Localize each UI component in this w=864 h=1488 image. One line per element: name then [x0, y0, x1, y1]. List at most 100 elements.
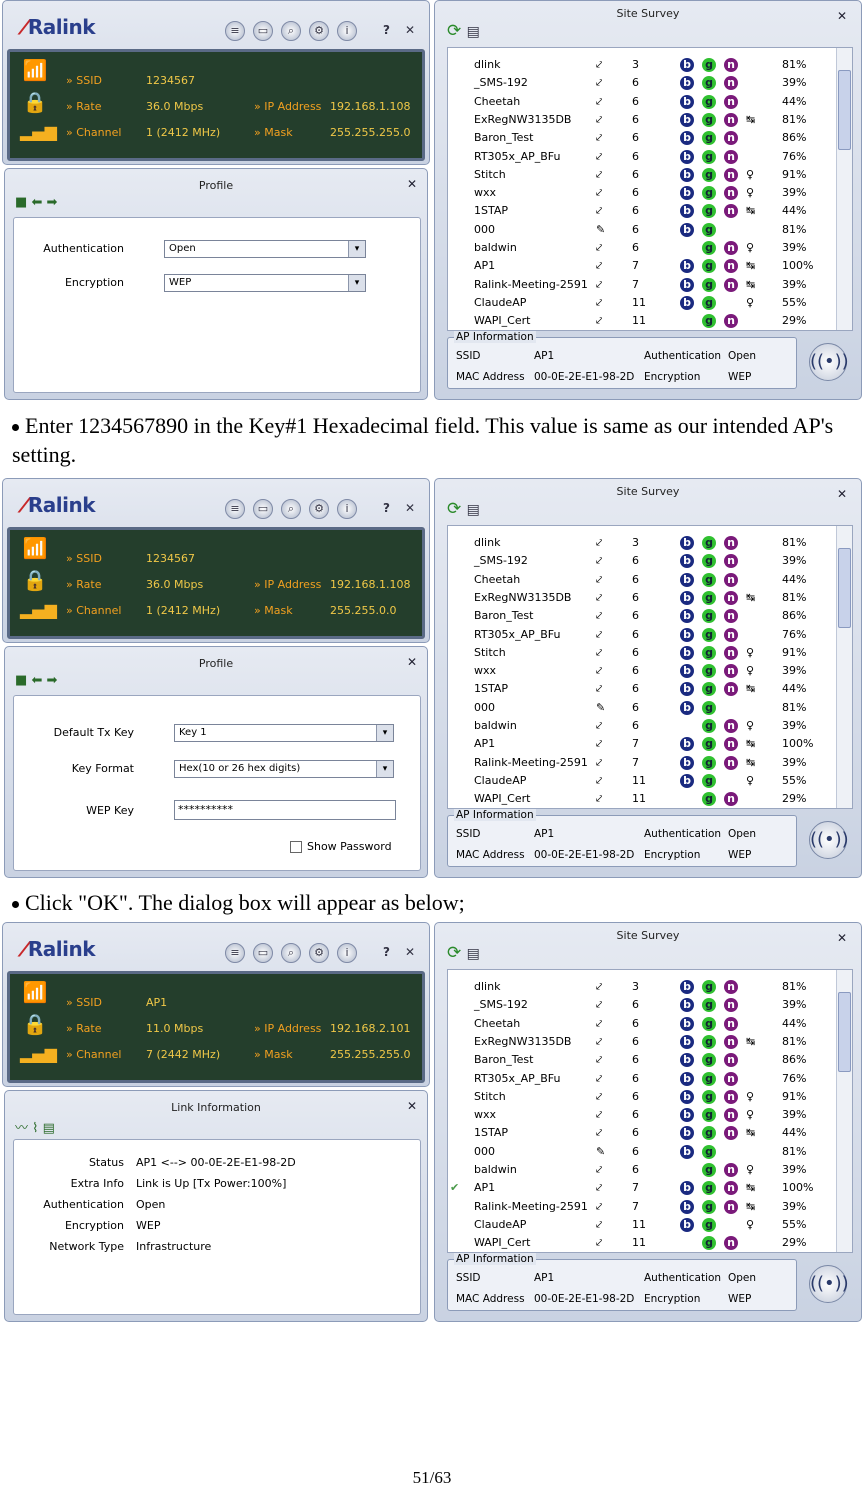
gear-icon[interactable]: ⚙	[309, 21, 329, 41]
scrollbar-thumb[interactable]	[838, 992, 851, 1072]
scrollbar-thumb[interactable]	[838, 70, 851, 150]
network-row[interactable]: ClaudeAP ⤦ 11 b g ♀ 55%	[448, 1216, 838, 1234]
network-row[interactable]: RT305x_AP_BFu ⤦ 6 b g n 76%	[448, 1070, 838, 1088]
network-row[interactable]: dlink ⤦ 3 b g n 81%	[448, 56, 838, 74]
gear-icon[interactable]: ⚙	[309, 943, 329, 963]
add-profile-icon[interactable]: ▤	[467, 24, 480, 40]
network-row[interactable]: Ralink-Meeting-2591 ⤦ 7 b g n ↹ 39%	[448, 1198, 838, 1216]
scrollbar-thumb[interactable]	[838, 548, 851, 628]
network-row[interactable]: WAPI_Cert ⤦ 11 g n 29%	[448, 1234, 838, 1252]
forward-arrow-icon[interactable]: ➡	[46, 673, 57, 688]
scrollbar[interactable]	[836, 48, 852, 330]
panel-close-button[interactable]: ✕	[407, 655, 417, 669]
network-row[interactable]: WAPI_Cert ⤦ 11 g n 29%	[448, 790, 838, 808]
help-button[interactable]: ?	[383, 945, 390, 959]
network-row[interactable]: ClaudeAP ⤦ 11 b g ♀ 55%	[448, 772, 838, 790]
stop-icon[interactable]: ■	[15, 195, 27, 210]
network-row[interactable]: Stitch ⤦ 6 b g n ♀ 91%	[448, 1088, 838, 1106]
search-icon[interactable]: ⌕	[281, 21, 301, 41]
refresh-icon[interactable]: ⟳ ▤	[447, 499, 480, 519]
network-row[interactable]: baldwin ⤦ 6 g n ♀ 39%	[448, 1161, 838, 1179]
network-row[interactable]: AP1 ⤦ 7 b g n ↹ 100%	[448, 735, 838, 753]
add-profile-icon[interactable]: ▤	[467, 946, 480, 962]
info-icon[interactable]: i	[337, 21, 357, 41]
network-row[interactable]: _SMS-192 ⤦ 6 b g n 39%	[448, 996, 838, 1014]
network-row[interactable]: RT305x_AP_BFu ⤦ 6 b g n 76%	[448, 148, 838, 166]
network-row[interactable]: baldwin ⤦ 6 g n ♀ 39%	[448, 717, 838, 735]
document-icon[interactable]: ▤	[43, 1121, 55, 1136]
rss-icon[interactable]: 〰	[15, 1121, 28, 1136]
search-icon[interactable]: ⌕	[281, 943, 301, 963]
list-icon[interactable]: ≡	[225, 21, 245, 41]
field-select[interactable]: Hex(10 or 26 hex digits)	[174, 760, 394, 778]
network-row[interactable]: Baron_Test ⤦ 6 b g n 86%	[448, 607, 838, 625]
network-row[interactable]: _SMS-192 ⤦ 6 b g n 39%	[448, 74, 838, 92]
network-row[interactable]: baldwin ⤦ 6 g n ♀ 39%	[448, 239, 838, 257]
network-row[interactable]: ✔ AP1 ⤦ 7 b g n ↹ 100%	[448, 1179, 838, 1197]
site-survey-close-button[interactable]: ✕	[837, 931, 847, 945]
network-row[interactable]: RT305x_AP_BFu ⤦ 6 b g n 76%	[448, 626, 838, 644]
field-select[interactable]: WEP	[164, 274, 366, 292]
field-select[interactable]: Open	[164, 240, 366, 258]
forward-arrow-icon[interactable]: ➡	[46, 195, 57, 210]
network-row[interactable]: ExRegNW3135DB ⤦ 6 b g n ↹ 81%	[448, 589, 838, 607]
back-arrow-icon[interactable]: ⬅	[31, 195, 42, 210]
network-row[interactable]: 1STAP ⤦ 6 b g n ↹ 44%	[448, 1124, 838, 1142]
network-row[interactable]: ExRegNW3135DB ⤦ 6 b g n ↹ 81%	[448, 1033, 838, 1051]
list-icon[interactable]: ≡	[225, 499, 245, 519]
network-row[interactable]: wxx ⤦ 6 b g n ♀ 39%	[448, 184, 838, 202]
close-button[interactable]: ✕	[405, 945, 415, 959]
network-row[interactable]: ExRegNW3135DB ⤦ 6 b g n ↹ 81%	[448, 111, 838, 129]
network-row[interactable]: ClaudeAP ⤦ 11 b g ♀ 55%	[448, 294, 838, 312]
network-row[interactable]: Ralink-Meeting-2591 ⤦ 7 b g n ↹ 39%	[448, 276, 838, 294]
network-row[interactable]: AP1 ⤦ 7 b g n ↹ 100%	[448, 257, 838, 275]
scrollbar[interactable]	[836, 526, 852, 808]
network-row[interactable]: WAPI_Cert ⤦ 11 g n 29%	[448, 312, 838, 330]
profile-icon[interactable]: ▭	[253, 943, 273, 963]
stop-icon[interactable]: ■	[15, 673, 27, 688]
profile-icon[interactable]: ▭	[253, 499, 273, 519]
wep-key-input[interactable]: **********	[174, 800, 396, 820]
close-button[interactable]: ✕	[405, 501, 415, 515]
network-row[interactable]: 000 ✎ 6 b g 81%	[448, 221, 838, 239]
info-icon[interactable]: i	[337, 499, 357, 519]
network-row[interactable]: 000 ✎ 6 b g 81%	[448, 1143, 838, 1161]
network-row[interactable]: 000 ✎ 6 b g 81%	[448, 699, 838, 717]
wireless-connect-icon[interactable]: ((•))	[809, 821, 849, 859]
list-icon[interactable]: ≡	[225, 943, 245, 963]
info-icon[interactable]: i	[337, 943, 357, 963]
site-survey-close-button[interactable]: ✕	[837, 9, 847, 23]
back-arrow-icon[interactable]: ⬅	[31, 673, 42, 688]
profile-icon[interactable]: ▭	[253, 21, 273, 41]
network-row[interactable]: 1STAP ⤦ 6 b g n ↹ 44%	[448, 202, 838, 220]
gear-icon[interactable]: ⚙	[309, 499, 329, 519]
add-profile-icon[interactable]: ▤	[467, 502, 480, 518]
network-row[interactable]: Stitch ⤦ 6 b g n ♀ 91%	[448, 166, 838, 184]
throughput-icon[interactable]: ⌇	[32, 1121, 38, 1136]
network-row[interactable]: Cheetah ⤦ 6 b g n 44%	[448, 571, 838, 589]
network-row[interactable]: wxx ⤦ 6 b g n ♀ 39%	[448, 1106, 838, 1124]
network-row[interactable]: Baron_Test ⤦ 6 b g n 86%	[448, 129, 838, 147]
network-row[interactable]: Ralink-Meeting-2591 ⤦ 7 b g n ↹ 39%	[448, 754, 838, 772]
network-row[interactable]: dlink ⤦ 3 b g n 81%	[448, 978, 838, 996]
panel-close-button[interactable]: ✕	[407, 1099, 417, 1113]
network-row[interactable]: wxx ⤦ 6 b g n ♀ 39%	[448, 662, 838, 680]
scrollbar[interactable]	[836, 970, 852, 1252]
network-row[interactable]: Cheetah ⤦ 6 b g n 44%	[448, 1015, 838, 1033]
wireless-connect-icon[interactable]: ((•))	[809, 1265, 849, 1303]
close-button[interactable]: ✕	[405, 23, 415, 37]
wireless-connect-icon[interactable]: ((•))	[809, 343, 849, 381]
help-button[interactable]: ?	[383, 23, 390, 37]
network-row[interactable]: _SMS-192 ⤦ 6 b g n 39%	[448, 552, 838, 570]
network-row[interactable]: Baron_Test ⤦ 6 b g n 86%	[448, 1051, 838, 1069]
network-row[interactable]: Stitch ⤦ 6 b g n ♀ 91%	[448, 644, 838, 662]
network-row[interactable]: Cheetah ⤦ 6 b g n 44%	[448, 93, 838, 111]
help-button[interactable]: ?	[383, 501, 390, 515]
refresh-icon[interactable]: ⟳ ▤	[447, 21, 480, 41]
refresh-icon[interactable]: ⟳ ▤	[447, 943, 480, 963]
show-password-checkbox[interactable]: Show Password	[290, 840, 392, 853]
search-icon[interactable]: ⌕	[281, 499, 301, 519]
network-row[interactable]: dlink ⤦ 3 b g n 81%	[448, 534, 838, 552]
network-row[interactable]: 1STAP ⤦ 6 b g n ↹ 44%	[448, 680, 838, 698]
panel-close-button[interactable]: ✕	[407, 177, 417, 191]
